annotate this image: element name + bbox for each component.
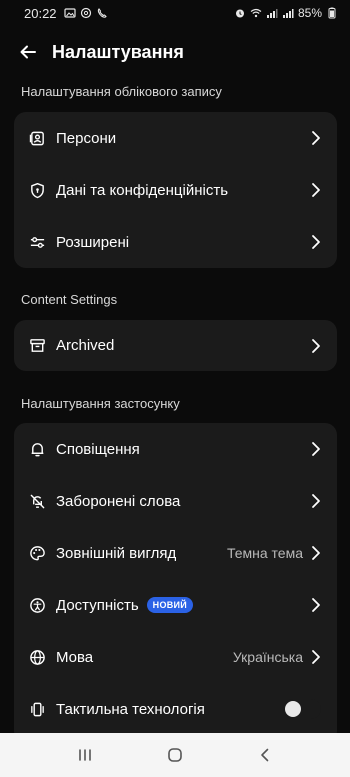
chevron-right-icon xyxy=(309,492,323,510)
appearance-value: Темна тема xyxy=(226,545,303,561)
row-data-privacy[interactable]: Дані та конфіденційність xyxy=(14,164,337,216)
battery-icon xyxy=(326,7,338,19)
row-archived[interactable]: Archived xyxy=(14,320,337,371)
row-label: Мова xyxy=(56,648,94,666)
back-icon xyxy=(261,748,269,762)
status-right: 85% xyxy=(234,6,338,20)
row-accessibility[interactable]: Доступність НОВИЙ xyxy=(14,579,337,631)
recents-icon xyxy=(79,749,91,761)
row-label: Archived xyxy=(56,337,115,354)
status-bar: 20:22 85% xyxy=(0,0,350,26)
threads-icon xyxy=(80,7,92,19)
section-title-account: Налаштування облікового запису xyxy=(21,84,222,99)
system-nav-bar xyxy=(0,733,350,777)
row-notifications[interactable]: Сповіщення xyxy=(14,423,337,475)
toggle-knob xyxy=(285,701,301,717)
new-badge: НОВИЙ xyxy=(146,597,194,613)
alarm-icon xyxy=(234,7,246,19)
status-left: 20:22 xyxy=(24,6,108,21)
chevron-right-icon xyxy=(309,648,323,666)
section-title-content: Content Settings xyxy=(21,292,118,307)
chevron-right-icon xyxy=(309,596,323,614)
row-label: Дані та конфіденційність xyxy=(56,181,229,199)
vibration-icon xyxy=(28,700,46,718)
shield-icon xyxy=(28,181,46,199)
row-label: Персони xyxy=(56,129,117,147)
row-haptics[interactable]: Тактильна технологія xyxy=(14,683,337,735)
row-personas[interactable]: Персони xyxy=(14,112,337,164)
settings-screen: 20:22 85% Налаштування Налаштування облі… xyxy=(0,0,350,777)
row-label: Заборонені слова xyxy=(56,492,181,510)
signal-icon xyxy=(266,7,278,19)
mute-icon xyxy=(28,492,46,510)
language-value: Українська xyxy=(232,649,303,665)
signal-icon-2 xyxy=(282,7,294,19)
chevron-right-icon xyxy=(309,129,323,147)
status-time: 20:22 xyxy=(24,5,57,21)
row-advanced[interactable]: Розширені xyxy=(14,216,337,268)
sliders-icon xyxy=(28,233,46,251)
viber-icon xyxy=(96,7,108,19)
accessibility-icon xyxy=(28,596,46,614)
row-label: Доступність xyxy=(56,596,139,614)
row-appearance[interactable]: Зовнішній вигляд Темна тема xyxy=(14,527,337,579)
chevron-right-icon xyxy=(309,337,323,355)
back-button[interactable] xyxy=(10,34,46,70)
recents-button[interactable] xyxy=(65,739,105,771)
app-header: Налаштування xyxy=(0,30,350,74)
row-label: Розширені xyxy=(56,233,130,251)
row-language[interactable]: Мова Українська xyxy=(14,631,337,683)
row-label: Зовнішній вигляд xyxy=(56,544,177,562)
row-label: Тактильна технологія xyxy=(56,700,205,718)
system-back-button[interactable] xyxy=(245,739,285,771)
battery-percent: 85% xyxy=(297,6,322,20)
row-label: Сповіщення xyxy=(56,440,140,458)
app-settings-card: Сповіщення Заборонені слова Зовнішній ви… xyxy=(14,423,337,743)
content-settings-card: Archived xyxy=(14,320,337,371)
chevron-right-icon xyxy=(309,440,323,458)
home-icon xyxy=(168,748,182,762)
home-button[interactable] xyxy=(155,739,195,771)
globe-icon xyxy=(28,648,46,666)
section-title-app: Налаштування застосунку xyxy=(21,396,180,411)
bell-icon xyxy=(28,440,46,458)
chevron-right-icon xyxy=(309,233,323,251)
chevron-right-icon xyxy=(309,181,323,199)
chevron-right-icon xyxy=(309,544,323,562)
palette-icon xyxy=(28,544,46,562)
persona-icon xyxy=(28,129,46,147)
wifi-icon xyxy=(250,7,262,19)
row-muted-words[interactable]: Заборонені слова xyxy=(14,475,337,527)
haptics-toggle[interactable] xyxy=(283,699,321,719)
page-title: Налаштування xyxy=(52,41,184,62)
arrow-left-icon xyxy=(20,45,36,59)
image-icon xyxy=(63,7,76,19)
archive-icon xyxy=(28,337,46,355)
account-settings-card: Персони Дані та конфіденційність Розшире… xyxy=(14,112,337,268)
